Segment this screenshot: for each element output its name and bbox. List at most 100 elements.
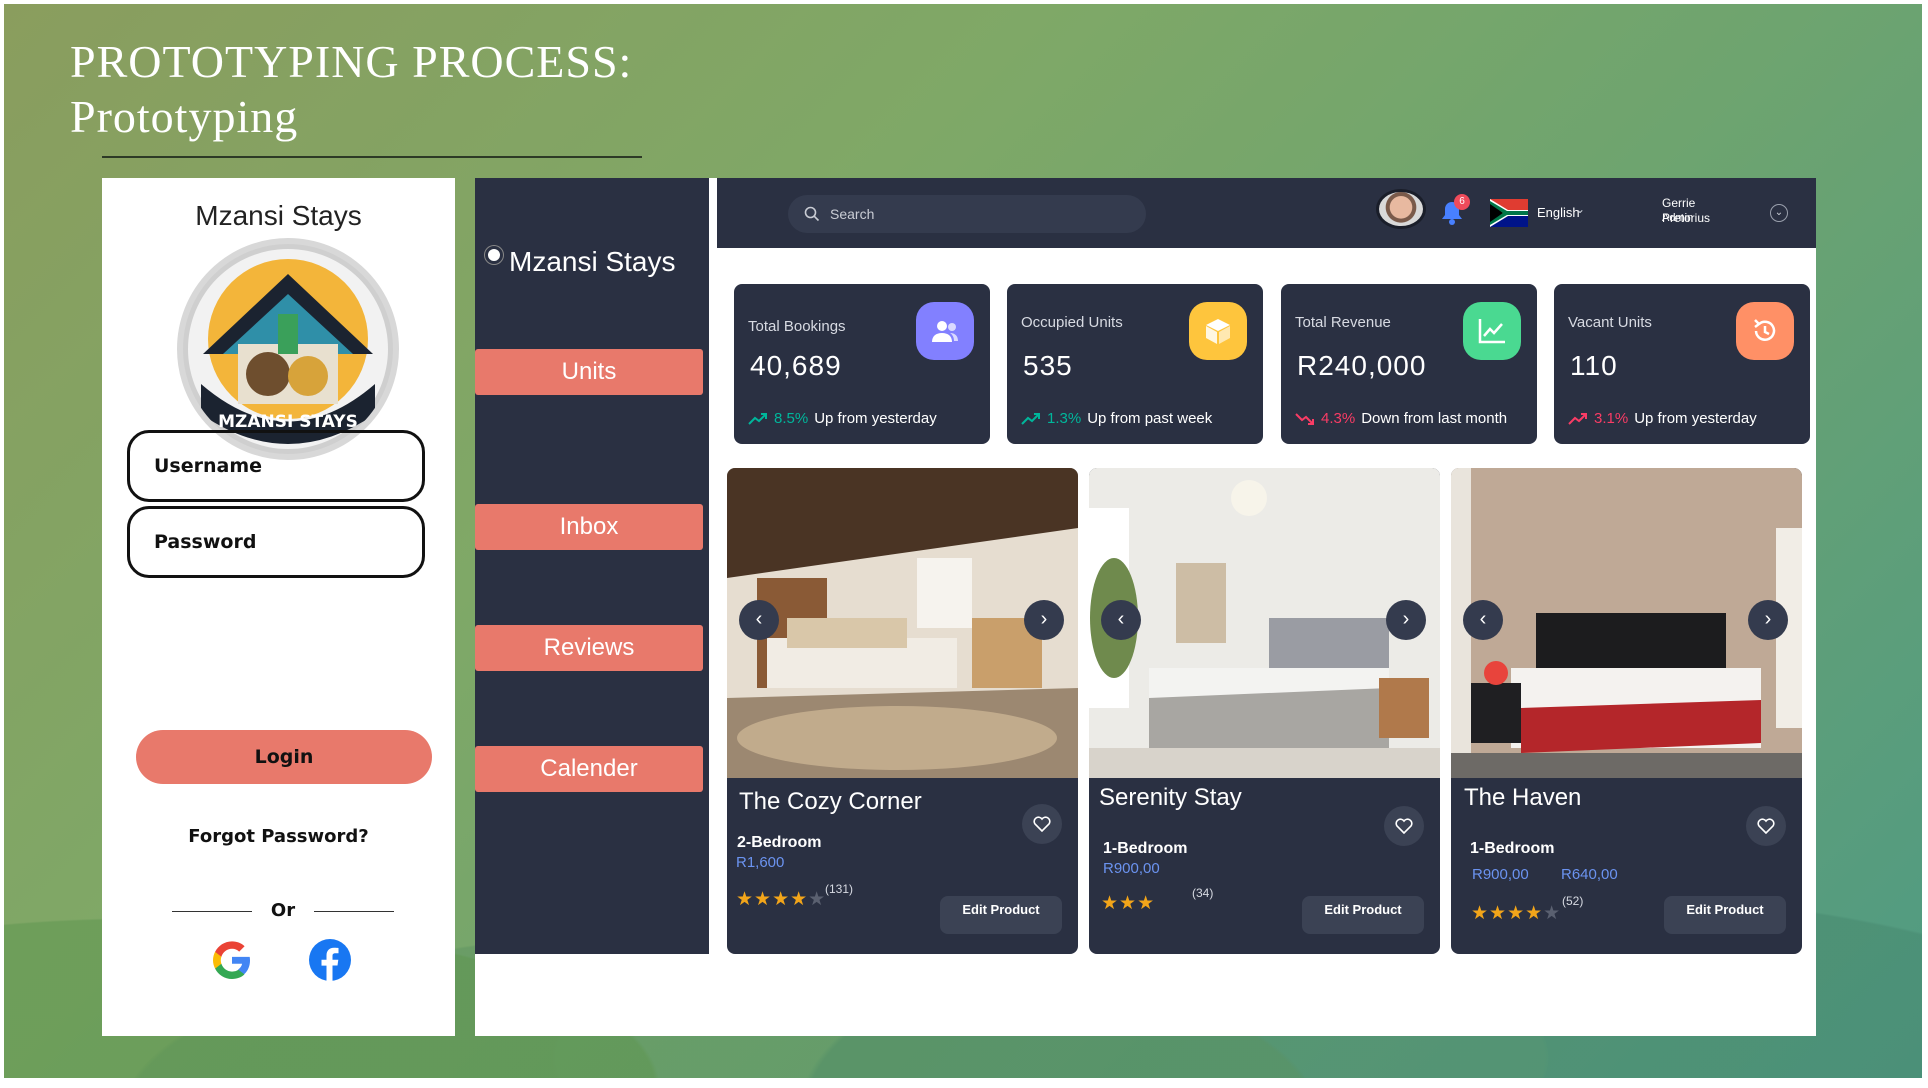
- stat-label: Occupied Units: [1021, 314, 1123, 331]
- edit-product-button[interactable]: Edit Product: [940, 896, 1062, 934]
- stat-trend: 1.3% Up from past week: [1021, 410, 1212, 427]
- trend-up-icon: [1568, 412, 1587, 425]
- sidebar-item-reviews[interactable]: Reviews: [475, 625, 703, 671]
- unit-type: 1-Bedroom: [1103, 840, 1188, 857]
- sidebar-brand: Mzansi Stays: [485, 246, 676, 278]
- stat-card-occupied-units: Occupied Units 535 1.3% Up from past wee…: [1007, 284, 1263, 444]
- user-menu-chevron-icon[interactable]: ⌄: [1770, 204, 1788, 222]
- unit-card-serenity-stay: ‹ › Serenity Stay 1-Bedroom R900,00 ★★★ …: [1089, 468, 1440, 954]
- stat-pct: 4.3%: [1321, 410, 1356, 427]
- previous-photo-button[interactable]: ‹: [1101, 600, 1141, 640]
- users-icon: [916, 302, 974, 360]
- star-rating: ★★★: [1101, 893, 1156, 914]
- stat-pct: 1.3%: [1047, 410, 1082, 427]
- unit-price: R900,00: [1103, 860, 1160, 877]
- sidebar-item-units[interactable]: Units: [475, 349, 703, 395]
- edit-product-button[interactable]: Edit Product: [1664, 896, 1786, 934]
- google-icon[interactable]: [210, 938, 254, 982]
- stat-card-vacant-units: Vacant Units 110 3.1% Up from yesterday: [1554, 284, 1810, 444]
- unit-old-price: R900,00: [1472, 866, 1529, 883]
- favorite-heart-icon[interactable]: [1022, 804, 1062, 844]
- stat-trend: 4.3% Down from last month: [1295, 410, 1507, 427]
- or-divider: Or: [172, 900, 394, 922]
- stat-trend-text: Down from last month: [1361, 410, 1508, 427]
- stat-label: Total Revenue: [1295, 314, 1391, 331]
- password-field[interactable]: Password: [127, 506, 425, 578]
- logo-wordmark: MZANSI STAYS: [218, 412, 358, 432]
- unit-title: The Haven: [1464, 784, 1582, 811]
- next-photo-button[interactable]: ›: [1386, 600, 1426, 640]
- top-bar: Search 6 English ⌄ Gerrie Pretorius Admi…: [717, 178, 1816, 248]
- unit-title: Serenity Stay: [1099, 784, 1242, 811]
- chevron-down-icon[interactable]: ⌄: [1575, 202, 1585, 216]
- dashboard-screen: Mzansi Stays Units Inbox Reviews Calende…: [475, 178, 1816, 1036]
- title-underline: [102, 156, 642, 158]
- star-rating: ★★★★★: [736, 889, 827, 910]
- stat-pct: 3.1%: [1594, 410, 1629, 427]
- unit-photo: ‹ ›: [727, 468, 1078, 778]
- sidebar-item-calender[interactable]: Calender: [475, 746, 703, 792]
- avatar[interactable]: [1376, 189, 1426, 229]
- stat-label: Total Bookings: [748, 318, 846, 335]
- stat-value: R240,000: [1297, 350, 1427, 381]
- unit-price: R1,600: [736, 854, 785, 871]
- sidebar-item-inbox[interactable]: Inbox: [475, 504, 703, 550]
- divider-line-right: [314, 911, 394, 912]
- south-africa-flag-icon[interactable]: [1490, 199, 1528, 227]
- search-input[interactable]: Search: [788, 195, 1146, 233]
- edit-product-button[interactable]: Edit Product: [1302, 896, 1424, 934]
- trend-up-icon: [748, 412, 767, 425]
- previous-photo-button[interactable]: ‹: [739, 600, 779, 640]
- notification-bell-icon[interactable]: 6: [1440, 194, 1470, 226]
- facebook-icon[interactable]: [308, 938, 352, 982]
- box-icon: [1189, 302, 1247, 360]
- stat-label: Vacant Units: [1568, 314, 1652, 331]
- mini-logo-icon: [485, 246, 503, 264]
- unit-photo: ‹ ›: [1451, 468, 1802, 778]
- password-placeholder: Password: [154, 531, 257, 553]
- stat-value: 535: [1023, 350, 1073, 381]
- language-selector[interactable]: English: [1537, 205, 1580, 220]
- notification-count: 6: [1454, 194, 1470, 210]
- unit-type: 2-Bedroom: [737, 834, 822, 851]
- review-count: (52): [1562, 894, 1584, 908]
- next-photo-button[interactable]: ›: [1748, 600, 1788, 640]
- stat-trend-text: Up from yesterday: [1634, 410, 1757, 427]
- search-icon: [804, 206, 820, 222]
- username-placeholder: Username: [154, 455, 263, 477]
- slide-title-line2: Prototyping: [70, 91, 299, 142]
- review-count: (34): [1192, 886, 1214, 900]
- previous-photo-button[interactable]: ‹: [1463, 600, 1503, 640]
- stat-trend-text: Up from past week: [1087, 410, 1213, 427]
- slide-title-line1: PROTOTYPING PROCESS:: [70, 36, 633, 87]
- forgot-password-link[interactable]: Forgot Password?: [102, 826, 455, 847]
- stat-trend-text: Up from yesterday: [814, 410, 937, 427]
- username-field[interactable]: Username: [127, 430, 425, 502]
- unit-price: R640,00: [1561, 866, 1618, 883]
- login-screen: Mzansi Stays MZANSI STAYS Username Passw…: [102, 178, 455, 1036]
- stat-card-total-revenue: Total Revenue R240,000 4.3% Down from la…: [1281, 284, 1537, 444]
- login-button[interactable]: Login: [136, 730, 432, 784]
- favorite-heart-icon[interactable]: [1746, 806, 1786, 846]
- user-role: Admin: [1662, 212, 1694, 224]
- star-rating: ★★★★★: [1471, 903, 1562, 924]
- history-icon: [1736, 302, 1794, 360]
- unit-card-the-haven: ‹ › The Haven 1-Bedroom R900,00 R640,00 …: [1451, 468, 1802, 954]
- search-placeholder: Search: [830, 206, 875, 222]
- unit-photo: ‹ ›: [1089, 468, 1440, 778]
- brand-logo: MZANSI STAYS: [177, 238, 399, 460]
- trend-up-icon: [1021, 412, 1040, 425]
- chart-icon: [1463, 302, 1521, 360]
- favorite-heart-icon[interactable]: [1384, 806, 1424, 846]
- trend-down-icon: [1295, 412, 1314, 425]
- stat-value: 110: [1570, 350, 1618, 381]
- review-count: (131): [825, 882, 854, 896]
- stat-value: 40,689: [750, 350, 842, 381]
- unit-type: 1-Bedroom: [1470, 840, 1555, 857]
- stat-card-total-bookings: Total Bookings 40,689 8.5% Up from yeste…: [734, 284, 990, 444]
- next-photo-button[interactable]: ›: [1024, 600, 1064, 640]
- login-brand: Mzansi Stays: [195, 200, 362, 231]
- sidebar: Mzansi Stays Units Inbox Reviews Calende…: [475, 178, 709, 954]
- stat-pct: 8.5%: [774, 410, 809, 427]
- unit-card-cozy-corner: ‹ › The Cozy Corner 2-Bedroom R1,600 ★★★…: [727, 468, 1078, 954]
